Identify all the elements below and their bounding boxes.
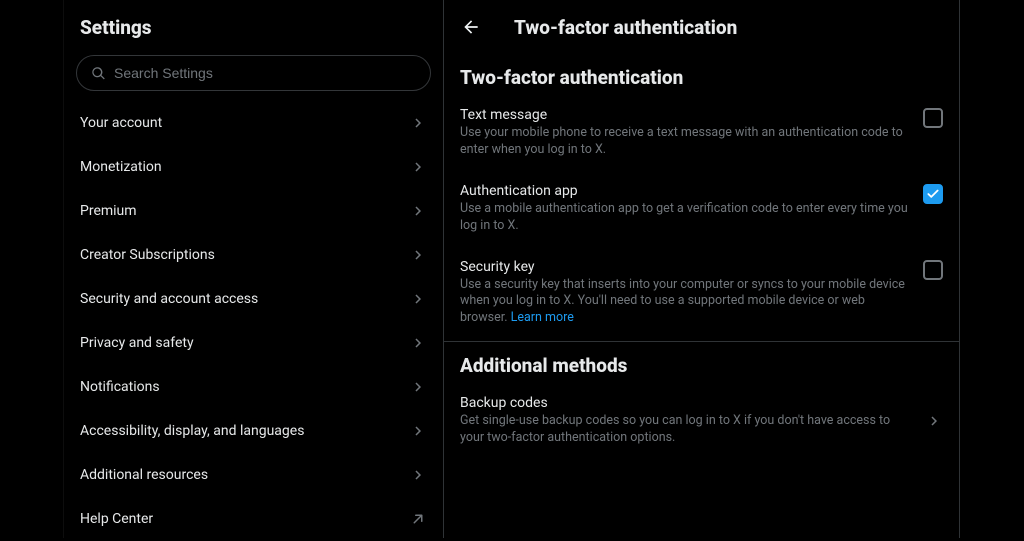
nav-item-label: Premium <box>80 203 137 219</box>
search-icon <box>91 66 106 81</box>
method-desc: Use a mobile authentication app to get a… <box>460 201 911 235</box>
check-icon <box>926 187 940 201</box>
settings-panel: Settings Your account Monetization Premium… <box>64 0 444 538</box>
chevron-right-icon <box>409 246 427 264</box>
nav-item-creator-subscriptions[interactable]: Creator Subscriptions <box>64 233 443 277</box>
detail-header: Two-factor authentication <box>444 0 959 54</box>
method-checkbox[interactable] <box>923 108 943 128</box>
backup-codes-item[interactable]: Backup codes Get single-use backup codes… <box>444 385 959 457</box>
learn-more-link[interactable]: Learn more <box>511 310 574 325</box>
method-checkbox[interactable] <box>923 184 943 204</box>
backup-text: Backup codes Get single-use backup codes… <box>460 395 913 447</box>
nav-item-accessibility-display-and-languages[interactable]: Accessibility, display, and languages <box>64 409 443 453</box>
method-title: Text message <box>460 107 911 123</box>
backup-desc: Get single-use backup codes so you can l… <box>460 413 913 447</box>
method-text: Authentication app Use a mobile authentic… <box>460 183 911 235</box>
settings-title: Settings <box>64 10 443 51</box>
chevron-right-icon <box>925 412 943 430</box>
nav-item-label: Help Center <box>80 511 153 527</box>
nav-item-monetization[interactable]: Monetization <box>64 145 443 189</box>
chevron-right-icon <box>409 466 427 484</box>
method-authentication-app: Authentication app Use a mobile authentic… <box>444 173 959 249</box>
chevron-right-icon <box>409 158 427 176</box>
nav-item-label: Notifications <box>80 379 160 395</box>
detail-title: Two-factor authentication <box>514 16 737 39</box>
method-desc: Use a security key that inserts into you… <box>460 277 911 328</box>
chevron-right-icon <box>409 334 427 352</box>
nav-item-help-center[interactable]: Help Center <box>64 497 443 541</box>
nav-item-label: Accessibility, display, and languages <box>80 423 304 439</box>
nav-item-privacy-and-safety[interactable]: Privacy and safety <box>64 321 443 365</box>
search-box[interactable] <box>76 55 431 91</box>
nav-list: Your account Monetization Premium Creator S… <box>64 101 443 541</box>
nav-item-label: Security and account access <box>80 291 258 307</box>
search-input[interactable] <box>114 65 416 81</box>
nav-item-label: Additional resources <box>80 467 208 483</box>
back-button[interactable] <box>454 10 488 44</box>
nav-item-premium[interactable]: Premium <box>64 189 443 233</box>
chevron-right-icon <box>409 378 427 396</box>
methods-list: Text message Use your mobile phone to rec… <box>444 97 959 341</box>
nav-item-additional-resources[interactable]: Additional resources <box>64 453 443 497</box>
left-gutter <box>0 0 64 538</box>
chevron-right-icon <box>409 422 427 440</box>
nav-item-label: Your account <box>80 115 162 131</box>
nav-item-security-and-account-access[interactable]: Security and account access <box>64 277 443 321</box>
nav-item-label: Privacy and safety <box>80 335 194 351</box>
nav-item-label: Creator Subscriptions <box>80 247 215 263</box>
method-text: Text message Use your mobile phone to rec… <box>460 107 911 159</box>
method-title: Security key <box>460 259 911 275</box>
method-text-message: Text message Use your mobile phone to rec… <box>444 97 959 173</box>
nav-item-label: Monetization <box>80 159 162 175</box>
arrow-left-icon <box>461 17 481 37</box>
detail-panel: Two-factor authentication Two-factor aut… <box>444 0 960 538</box>
nav-item-your-account[interactable]: Your account <box>64 101 443 145</box>
backup-title: Backup codes <box>460 395 913 411</box>
method-desc: Use your mobile phone to receive a text … <box>460 125 911 159</box>
chevron-right-icon <box>409 114 427 132</box>
method-checkbox[interactable] <box>923 260 943 280</box>
method-title: Authentication app <box>460 183 911 199</box>
additional-methods-heading: Additional methods <box>444 342 959 385</box>
method-security-key: Security key Use a security key that inse… <box>444 249 959 342</box>
chevron-right-icon <box>409 202 427 220</box>
method-text: Security key Use a security key that inse… <box>460 259 911 328</box>
external-link-icon <box>409 510 427 528</box>
nav-item-notifications[interactable]: Notifications <box>64 365 443 409</box>
right-gutter <box>960 0 1024 538</box>
chevron-right-icon <box>409 290 427 308</box>
section-heading: Two-factor authentication <box>444 54 959 97</box>
search-wrap <box>64 51 443 101</box>
